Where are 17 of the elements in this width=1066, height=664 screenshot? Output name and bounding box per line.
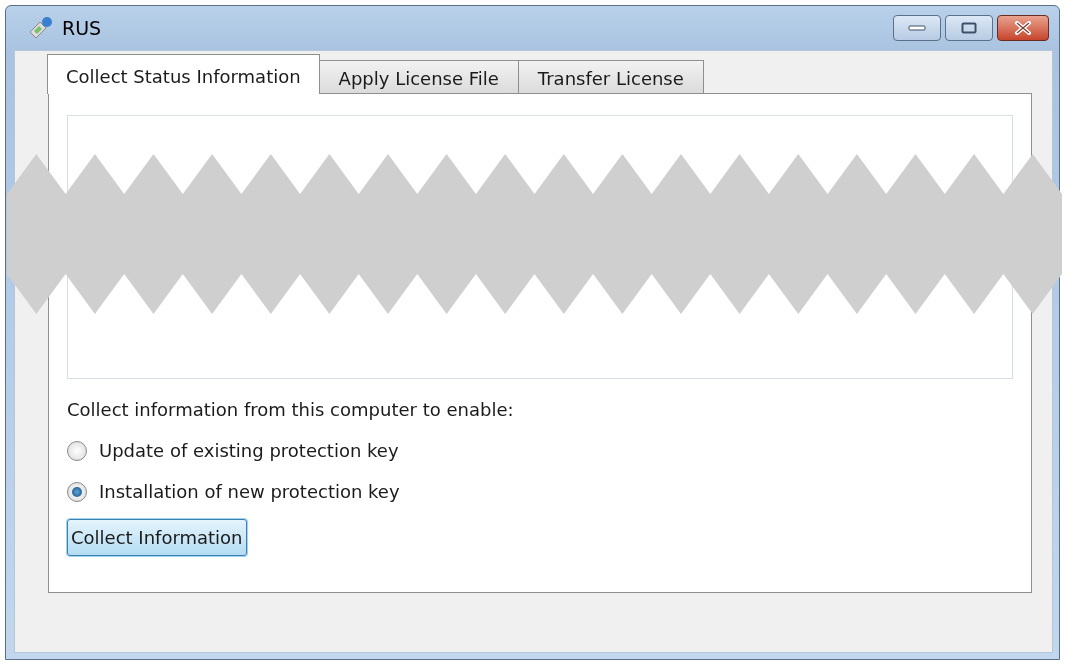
radio-label[interactable]: Installation of new protection key: [99, 478, 400, 505]
instruction-text: Collect information from this computer to enable:: [67, 398, 515, 422]
window-title: RUS: [62, 15, 102, 41]
minimize-button[interactable]: [893, 15, 941, 41]
radio-button[interactable]: [67, 481, 87, 502]
tab[interactable]: Collect Status Information: [47, 54, 320, 94]
minimize-icon: [908, 25, 926, 31]
app-icon: [28, 16, 54, 40]
collect-information-button[interactable]: Collect Information: [67, 519, 247, 556]
maximize-button[interactable]: [945, 15, 993, 41]
tab[interactable]: Apply License File: [318, 60, 519, 93]
radio-button[interactable]: [67, 440, 87, 461]
maximize-icon: [961, 22, 977, 34]
close-button[interactable]: [997, 15, 1049, 41]
close-icon: [1014, 21, 1032, 35]
tab[interactable]: Transfer License: [517, 60, 704, 93]
radio-label[interactable]: Update of existing protection key: [99, 437, 399, 464]
